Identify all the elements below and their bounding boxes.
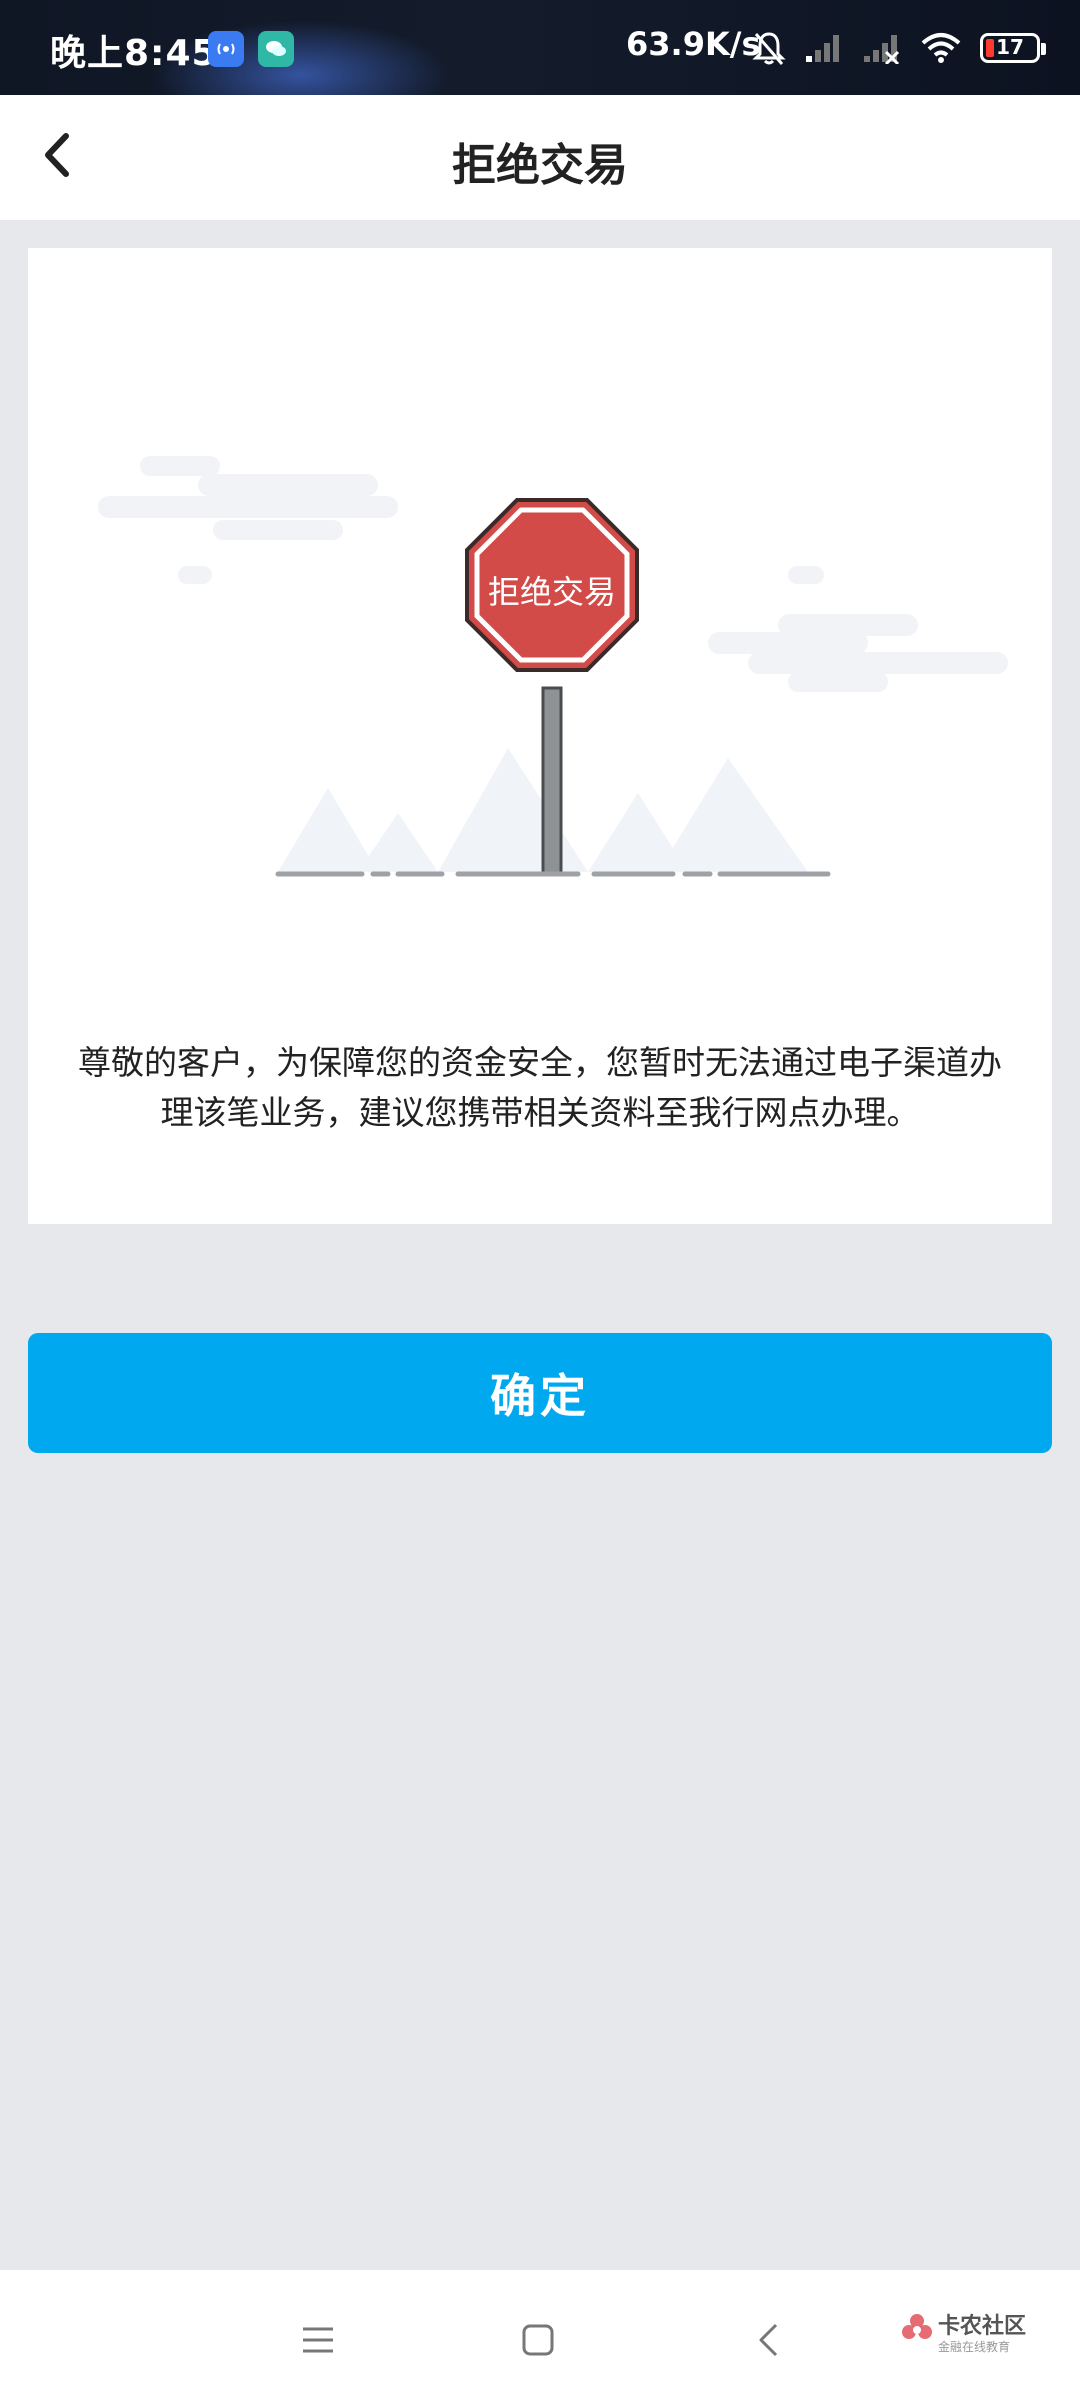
content-card: 拒绝交易 尊敬的客户，为保障您的资金安全，您暂时无法通过电子渠道办理该笔业务，建… (28, 248, 1052, 1224)
status-time: 晚上8:45 (50, 33, 218, 74)
home-icon (522, 2324, 554, 2356)
bell-muted-icon (752, 32, 786, 65)
menu-button[interactable] (288, 2310, 348, 2370)
sign-pole (541, 686, 563, 876)
watermark-logo: 卡农社区 金融在线教育 (900, 2306, 1030, 2366)
wifi-icon (921, 33, 961, 63)
wechat-icon (258, 31, 294, 67)
watermark-text: 卡农社区 (938, 2314, 1027, 2339)
signal-1-icon (806, 35, 839, 62)
confirm-button[interactable]: 确定 (28, 1333, 1052, 1453)
back-arrow-icon (759, 2323, 778, 2357)
menu-icon (303, 2327, 333, 2353)
battery-level: 17 (996, 35, 1024, 59)
stop-sign-illustration: 拒绝交易 (98, 456, 1008, 877)
signal-2-icon (864, 35, 900, 64)
notification-app-icon (208, 31, 244, 67)
system-nav-bar: 卡农社区 金融在线教育 (0, 2270, 1080, 2400)
system-back-button[interactable] (738, 2310, 798, 2370)
watermark-subtext: 金融在线教育 (938, 2340, 1011, 2354)
battery-icon: 17 (980, 33, 1046, 63)
page-title: 拒绝交易 (452, 140, 628, 191)
watermark-flower-icon (902, 2314, 932, 2339)
network-speed: 63.9K/s (626, 25, 761, 63)
rejection-message: 尊敬的客户，为保障您的资金安全，您暂时无法通过电子渠道办理该笔业务，建议您携带相… (78, 1043, 1002, 1132)
cloud-right (708, 566, 1008, 692)
home-button[interactable] (508, 2310, 568, 2370)
nav-bar: 拒绝交易 (0, 95, 1080, 220)
status-bar: 晚上8:45 63.9K/s 17 (0, 0, 1080, 130)
stop-sign-text: 拒绝交易 (488, 573, 616, 611)
cloud-left (98, 456, 398, 584)
status-icons: 17 (752, 28, 1046, 68)
